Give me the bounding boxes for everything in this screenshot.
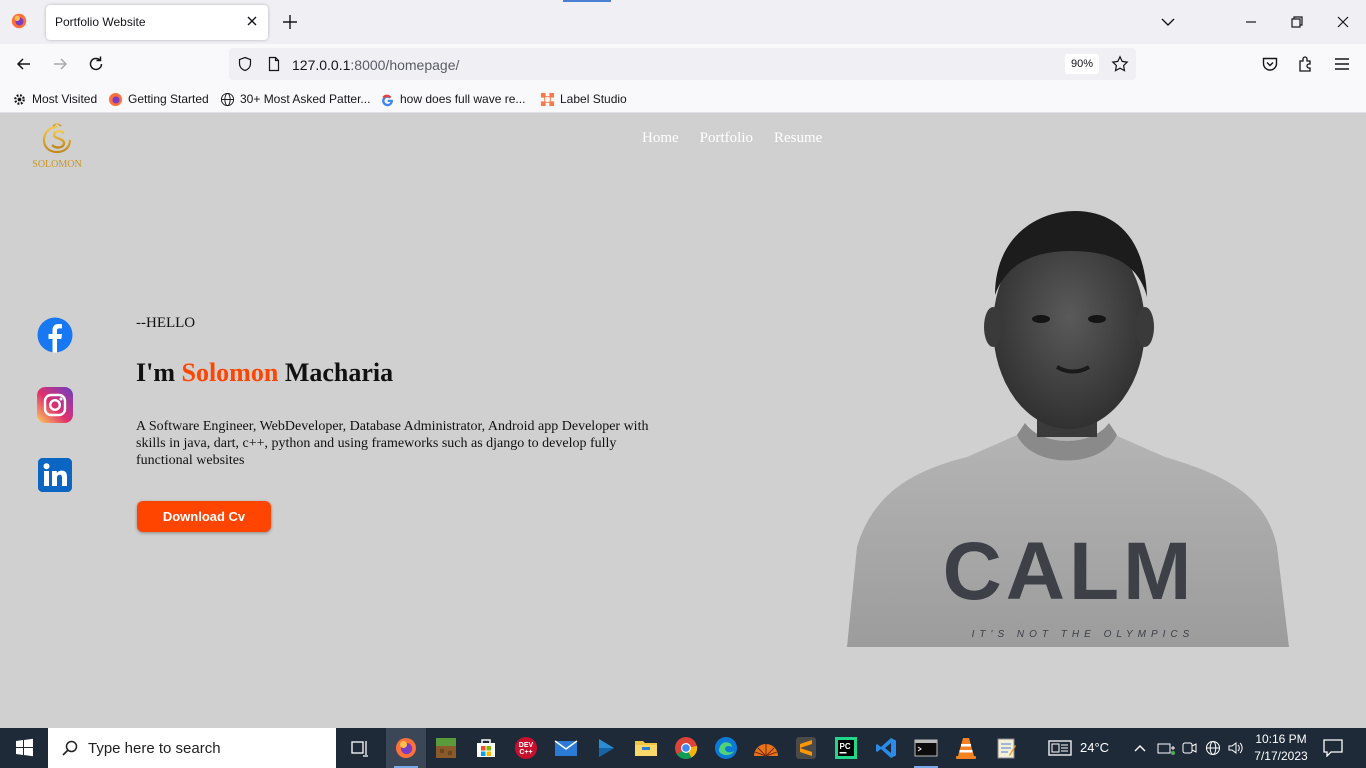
firefox-taskbar-icon[interactable]	[386, 728, 426, 768]
page-icon[interactable]	[266, 56, 282, 72]
volume-icon[interactable]	[1227, 740, 1245, 756]
file-explorer-icon[interactable]	[626, 728, 666, 768]
label-studio-icon	[540, 92, 555, 106]
bookmark-label-studio[interactable]: Label Studio	[540, 90, 627, 108]
globe-icon	[220, 92, 235, 106]
pycharm-icon[interactable]: PC	[826, 728, 866, 768]
page-title: I'm Solomon Macharia	[136, 358, 393, 388]
clock-date: 7/17/2023	[1254, 749, 1308, 763]
new-tab-icon[interactable]	[281, 13, 299, 31]
weather-temperature[interactable]: 24°C	[1080, 740, 1109, 755]
back-icon[interactable]	[14, 54, 34, 74]
headline-prefix: I'm	[136, 358, 182, 387]
bio-paragraph: A Software Engineer, WebDeveloper, Datab…	[136, 419, 649, 468]
globe-icon[interactable]	[1205, 740, 1221, 756]
news-weather-icon[interactable]	[1048, 740, 1072, 756]
bookmark-label: Most Visited	[32, 92, 98, 106]
linkedin-icon[interactable]	[37, 457, 73, 493]
pocket-icon[interactable]	[1260, 54, 1280, 74]
media-player-icon[interactable]	[586, 728, 626, 768]
address-bar[interactable]: 127.0.0.1:8000/homepage/ 90%	[229, 48, 1136, 80]
close-tab-icon[interactable]	[244, 13, 260, 29]
task-view-icon[interactable]	[340, 728, 380, 768]
nav-home[interactable]: Home	[642, 130, 679, 147]
bookmark-label: Getting Started	[128, 92, 209, 106]
tab-title: Portfolio Website	[55, 15, 146, 29]
list-all-tabs-icon[interactable]	[1158, 12, 1178, 32]
firefox-icon	[108, 92, 123, 106]
bookmark-getting-started[interactable]: Getting Started	[108, 90, 209, 108]
svg-text:PC: PC	[840, 742, 851, 751]
shield-icon[interactable]	[237, 56, 253, 72]
bookmark-label: 30+ Most Asked Patter...	[240, 92, 371, 106]
mail-icon[interactable]	[546, 728, 586, 768]
url-host: 127.0.0.1	[292, 57, 351, 73]
site-logo[interactable]: SOLOMON	[26, 123, 88, 173]
vlc-icon[interactable]	[946, 728, 986, 768]
network-icon[interactable]	[1157, 740, 1177, 756]
svg-text:DEV: DEV	[519, 742, 534, 749]
chrome-icon[interactable]	[666, 728, 706, 768]
portfolio-page: SOLOMON Home Portfolio Resume --HELLO I'…	[0, 113, 1366, 728]
search-placeholder: Type here to search	[88, 740, 221, 757]
search-icon	[62, 740, 78, 756]
hello-text: --HELLO	[136, 315, 196, 331]
facebook-icon[interactable]	[37, 317, 73, 353]
google-icon	[382, 94, 393, 106]
system-clock[interactable]: 10:16 PM 7/17/2023	[1246, 731, 1316, 765]
bookmarks-toolbar: Most Visited Getting Started 30+ Most As…	[0, 84, 1366, 113]
gear-icon	[14, 93, 25, 105]
sublime-text-icon[interactable]	[786, 728, 826, 768]
close-window-icon[interactable]	[1333, 12, 1353, 32]
site-nav: Home Portfolio Resume	[642, 130, 822, 147]
restore-icon[interactable]	[1287, 12, 1307, 32]
url-path: :8000/homepage/	[350, 57, 460, 73]
forward-icon[interactable]	[50, 54, 70, 74]
edge-icon[interactable]	[706, 728, 746, 768]
instagram-icon[interactable]	[37, 387, 73, 423]
nav-portfolio[interactable]: Portfolio	[700, 130, 753, 147]
bookmark-label: how does full wave re...	[400, 92, 526, 106]
minimize-icon[interactable]	[1241, 12, 1261, 32]
firefox-icon[interactable]	[10, 12, 28, 30]
tab-strip-accent	[563, 0, 611, 2]
bookmark-full-wave[interactable]: how does full wave re...	[380, 90, 525, 108]
bookmark-most-visited[interactable]: Most Visited	[12, 90, 97, 108]
navigation-toolbar: 127.0.0.1:8000/homepage/ 90%	[0, 44, 1366, 84]
shirt-subprint: IT'S NOT THE OLYMPICS	[972, 629, 1195, 640]
meet-now-icon[interactable]	[1181, 740, 1197, 756]
windows-start-icon[interactable]	[0, 728, 48, 768]
reload-icon[interactable]	[86, 54, 106, 74]
taskbar-search-box[interactable]: Type here to search	[48, 728, 336, 768]
bookmark-star-icon[interactable]	[1111, 55, 1129, 73]
dev-cpp-icon[interactable]: DEV C++	[506, 728, 546, 768]
active-tab[interactable]: Portfolio Website	[46, 5, 268, 40]
svg-text:C++: C++	[519, 749, 532, 756]
bookmark-most-asked-patterns[interactable]: 30+ Most Asked Patter...	[220, 90, 370, 108]
chevron-up-icon[interactable]	[1133, 741, 1147, 755]
headline-last-name: Macharia	[278, 358, 394, 387]
minecraft-icon[interactable]	[426, 728, 466, 768]
menu-icon[interactable]	[1332, 54, 1352, 74]
profile-photo: CALM IT'S NOT THE OLYMPICS	[847, 211, 1289, 647]
download-cv-button[interactable]: Download Cv	[137, 501, 271, 532]
terminal-icon[interactable]	[906, 728, 946, 768]
url-text[interactable]: 127.0.0.1:8000/homepage/	[292, 57, 459, 73]
notifications-icon[interactable]	[1323, 739, 1343, 757]
bookmark-label: Label Studio	[560, 92, 627, 106]
notepad-icon[interactable]	[986, 728, 1026, 768]
zoom-indicator[interactable]: 90%	[1065, 54, 1099, 74]
windows-taskbar: Type here to search DEV C++ PC 24°C 10:1…	[0, 728, 1366, 768]
vscode-icon[interactable]	[866, 728, 906, 768]
nav-resume[interactable]: Resume	[774, 130, 822, 147]
extensions-icon[interactable]	[1296, 54, 1316, 74]
app-orange-icon[interactable]	[746, 728, 786, 768]
headline-first-name: Solomon	[181, 358, 279, 387]
shirt-print: CALM	[943, 526, 1196, 617]
logo-text: SOLOMON	[32, 159, 81, 170]
clock-time: 10:16 PM	[1255, 732, 1307, 746]
microsoft-store-icon[interactable]	[466, 728, 506, 768]
tab-strip: Portfolio Website	[0, 0, 1366, 44]
